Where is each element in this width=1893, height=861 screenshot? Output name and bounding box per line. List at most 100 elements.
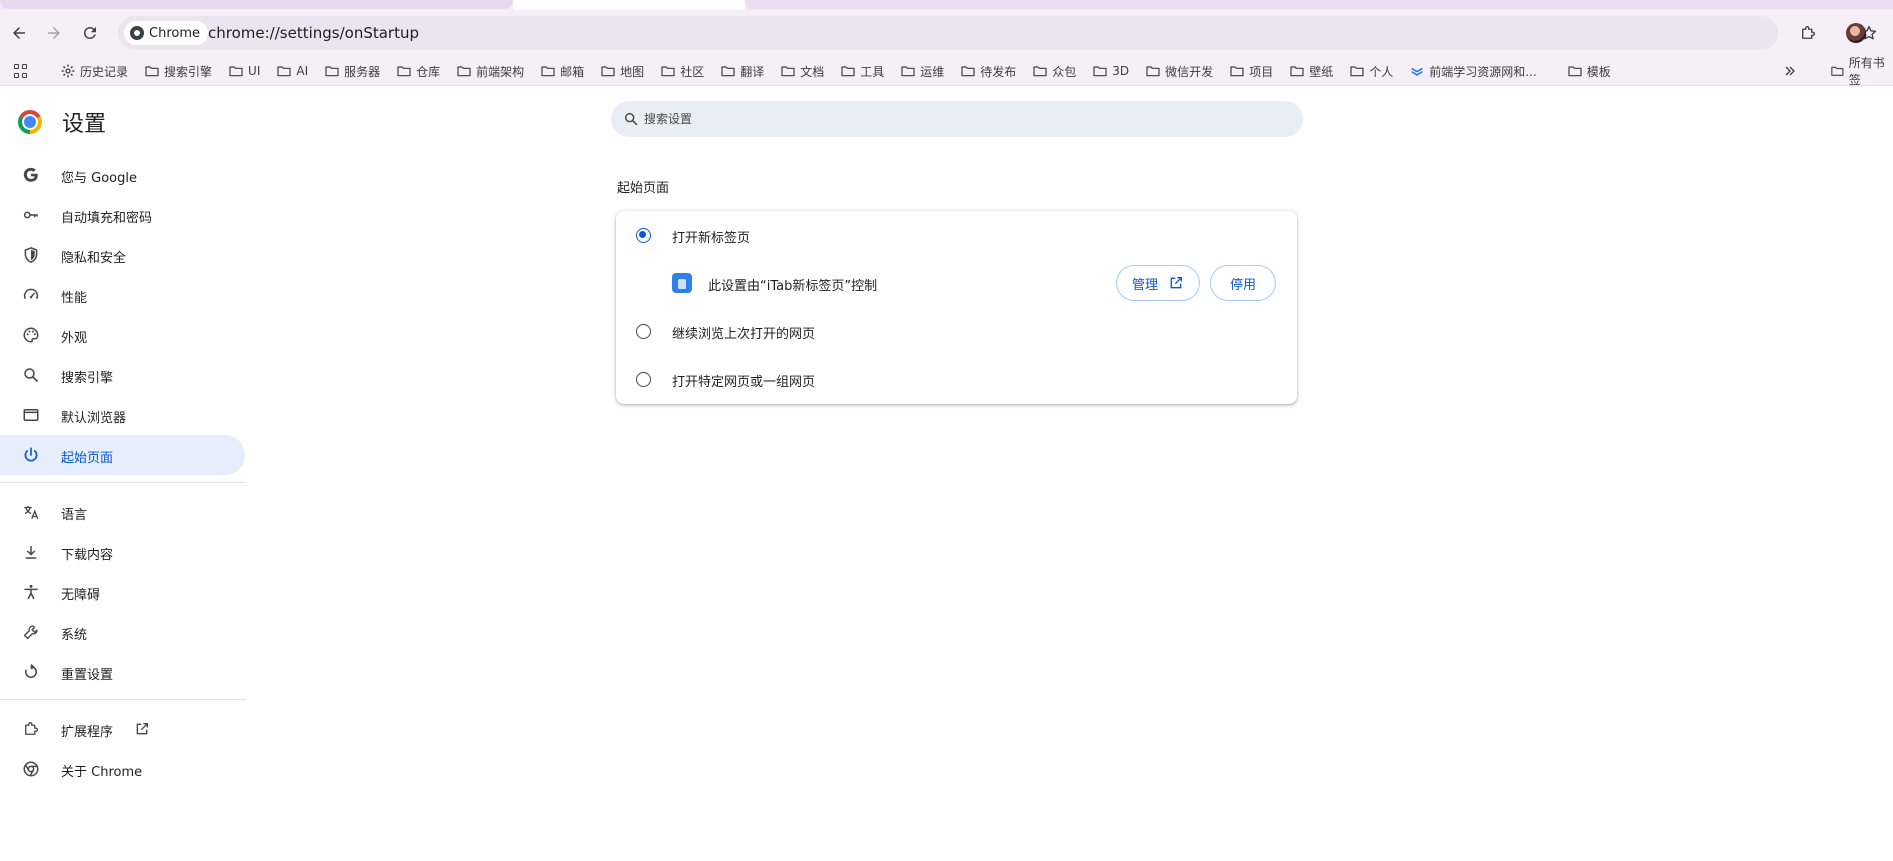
chrome-icon bbox=[130, 26, 144, 40]
bookmark-label: 微信开发 bbox=[1165, 64, 1214, 79]
radio-option-new-tab[interactable]: 打开新标签页 bbox=[616, 211, 1297, 259]
bookmark-item[interactable]: 社区 bbox=[660, 59, 704, 83]
sidebar-item-languages[interactable]: 语言 bbox=[0, 492, 245, 532]
bookmark-item[interactable]: 3D bbox=[1092, 59, 1129, 83]
bookmark-item[interactable]: 地图 bbox=[600, 59, 644, 83]
tab-inactive[interactable] bbox=[745, 0, 1893, 9]
bookmark-label: 壁纸 bbox=[1309, 64, 1334, 79]
folder-icon bbox=[1568, 66, 1582, 77]
radio-button[interactable] bbox=[636, 372, 651, 387]
bookmark-item[interactable]: AI bbox=[276, 59, 308, 83]
reload-button[interactable] bbox=[76, 19, 104, 47]
bookmark-item[interactable]: 众包 bbox=[1032, 59, 1076, 83]
forward-button[interactable] bbox=[40, 19, 68, 47]
bookmark-item[interactable]: 模板 bbox=[1567, 59, 1611, 83]
folder-icon bbox=[781, 66, 795, 77]
profile-avatar[interactable] bbox=[1846, 23, 1866, 43]
sidebar-item-autofill[interactable]: 自动填充和密码 bbox=[0, 195, 245, 235]
folder-icon bbox=[901, 66, 915, 77]
bookmark-label: 3D bbox=[1112, 64, 1130, 78]
manage-label: 管理 bbox=[1131, 277, 1158, 293]
bookmark-item[interactable]: 搜索引擎 bbox=[144, 59, 212, 83]
bookmark-item[interactable]: 前端学习资源网和... bbox=[1409, 59, 1537, 83]
sidebar-item-label: 无障碍 bbox=[61, 588, 101, 603]
sidebar-item-about-chrome[interactable]: 关于 Chrome bbox=[0, 749, 245, 789]
sidebar-item-privacy[interactable]: 隐私和安全 bbox=[0, 235, 245, 275]
radio-label: 继续浏览上次打开的网页 bbox=[672, 327, 816, 342]
site-info-chip[interactable]: Chrome bbox=[124, 21, 208, 45]
sidebar-item-you-and-google[interactable]: 您与 Google bbox=[0, 155, 245, 195]
bookmark-item[interactable]: 壁纸 bbox=[1289, 59, 1333, 83]
bookmark-item[interactable]: 文档 bbox=[780, 59, 824, 83]
sidebar-item-system[interactable]: 系统 bbox=[0, 612, 245, 652]
sidebar-item-performance[interactable]: 性能 bbox=[0, 275, 245, 315]
radio-option-specific-pages[interactable]: 打开特定网页或一组网页 bbox=[616, 355, 1297, 403]
tab-inactive[interactable] bbox=[0, 0, 513, 9]
tab-active[interactable] bbox=[513, 0, 745, 10]
chrome-logo-icon bbox=[18, 110, 42, 134]
bookmark-item[interactable]: UI bbox=[228, 59, 260, 83]
folder-icon bbox=[1831, 66, 1844, 76]
search-input[interactable] bbox=[644, 101, 1284, 137]
key-icon bbox=[23, 211, 38, 219]
radio-label: 打开新标签页 bbox=[672, 231, 751, 246]
bookmarks-bar: 历史记录 搜索引擎 UI AI 服务器 仓库 前端架构 邮箱 地图 社区 翻译 文档 工具 运维 待发布 众包… bbox=[0, 56, 1893, 87]
site-chip-label: Chrome bbox=[149, 25, 200, 41]
all-bookmarks-button[interactable]: 所有书签 bbox=[1830, 56, 1893, 87]
bookmark-item[interactable]: 项目 bbox=[1229, 59, 1273, 83]
sidebar-item-label: 下载内容 bbox=[61, 548, 114, 563]
sidebar-item-accessibility[interactable]: 无障碍 bbox=[0, 572, 245, 612]
bookmark-item[interactable]: 服务器 bbox=[324, 59, 380, 83]
bookmark-item[interactable]: 待发布 bbox=[960, 59, 1016, 83]
translate-icon bbox=[24, 506, 39, 520]
site-icon bbox=[1411, 67, 1423, 76]
folder-icon bbox=[601, 66, 615, 77]
sidebar-item-reset[interactable]: 重置设置 bbox=[0, 652, 245, 692]
radio-button[interactable] bbox=[636, 228, 651, 243]
sidebar-item-downloads[interactable]: 下载内容 bbox=[0, 532, 245, 572]
url-text[interactable]: chrome://settings/onStartup bbox=[208, 24, 419, 42]
bookmark-item[interactable]: 仓库 bbox=[396, 59, 440, 83]
radio-button[interactable] bbox=[636, 324, 651, 339]
folder-icon bbox=[145, 66, 159, 77]
sidebar-item-label: 自动填充和密码 bbox=[61, 211, 153, 226]
folder-icon bbox=[721, 66, 735, 77]
extensions-button[interactable] bbox=[1794, 19, 1822, 47]
startup-options-card: 打开新标签页 此设置由“iTab新标签页”控制 管理 停用 继续浏览上次打开的网… bbox=[616, 211, 1297, 404]
folder-icon bbox=[841, 66, 855, 77]
sidebar-item-default-browser[interactable]: 默认浏览器 bbox=[0, 395, 245, 435]
sidebar-item-appearance[interactable]: 外观 bbox=[0, 315, 245, 355]
manage-button[interactable]: 管理 bbox=[1116, 265, 1200, 301]
address-bar[interactable]: Chrome chrome://settings/onStartup bbox=[118, 16, 1877, 50]
bookmark-item[interactable]: 前端架构 bbox=[456, 59, 524, 83]
folder-icon bbox=[541, 66, 555, 77]
bookmark-item[interactable]: 翻译 bbox=[720, 59, 764, 83]
all-bookmarks-label: 所有书签 bbox=[1848, 56, 1885, 87]
bookmark-label: 翻译 bbox=[740, 64, 765, 79]
bookmark-item[interactable]: 微信开发 bbox=[1145, 59, 1213, 83]
bookmark-item[interactable]: 邮箱 bbox=[540, 59, 584, 83]
sidebar-item-label: 默认浏览器 bbox=[61, 411, 127, 426]
speedometer-icon bbox=[23, 288, 39, 300]
sidebar-item-extensions[interactable]: 扩展程序 bbox=[0, 709, 245, 749]
sidebar-item-on-startup[interactable]: 起始页面 bbox=[0, 435, 245, 475]
settings-search[interactable] bbox=[611, 101, 1303, 137]
sidebar-item-label: 起始页面 bbox=[61, 451, 114, 466]
download-icon bbox=[25, 546, 37, 559]
apps-grid-icon[interactable] bbox=[14, 64, 28, 78]
extension-notice-text: 此设置由“iTab新标签页”控制 bbox=[708, 279, 878, 294]
disable-button[interactable]: 停用 bbox=[1210, 265, 1276, 301]
bookmark-item[interactable]: 个人 bbox=[1349, 59, 1393, 83]
bookmark-item[interactable]: 历史记录 bbox=[60, 59, 128, 83]
chevron-double-right-icon[interactable] bbox=[1782, 63, 1798, 79]
bookmark-label: 邮箱 bbox=[560, 64, 585, 79]
reset-icon bbox=[25, 663, 37, 678]
bookmark-item[interactable]: 工具 bbox=[840, 59, 884, 83]
itab-extension-icon bbox=[672, 273, 692, 293]
bookmark-label: 社区 bbox=[680, 64, 705, 79]
back-button[interactable] bbox=[5, 19, 33, 47]
sidebar-item-search-engine[interactable]: 搜索引擎 bbox=[0, 355, 245, 395]
open-in-new-icon bbox=[1170, 277, 1182, 289]
radio-option-continue[interactable]: 继续浏览上次打开的网页 bbox=[616, 307, 1297, 355]
bookmark-item[interactable]: 运维 bbox=[900, 59, 944, 83]
